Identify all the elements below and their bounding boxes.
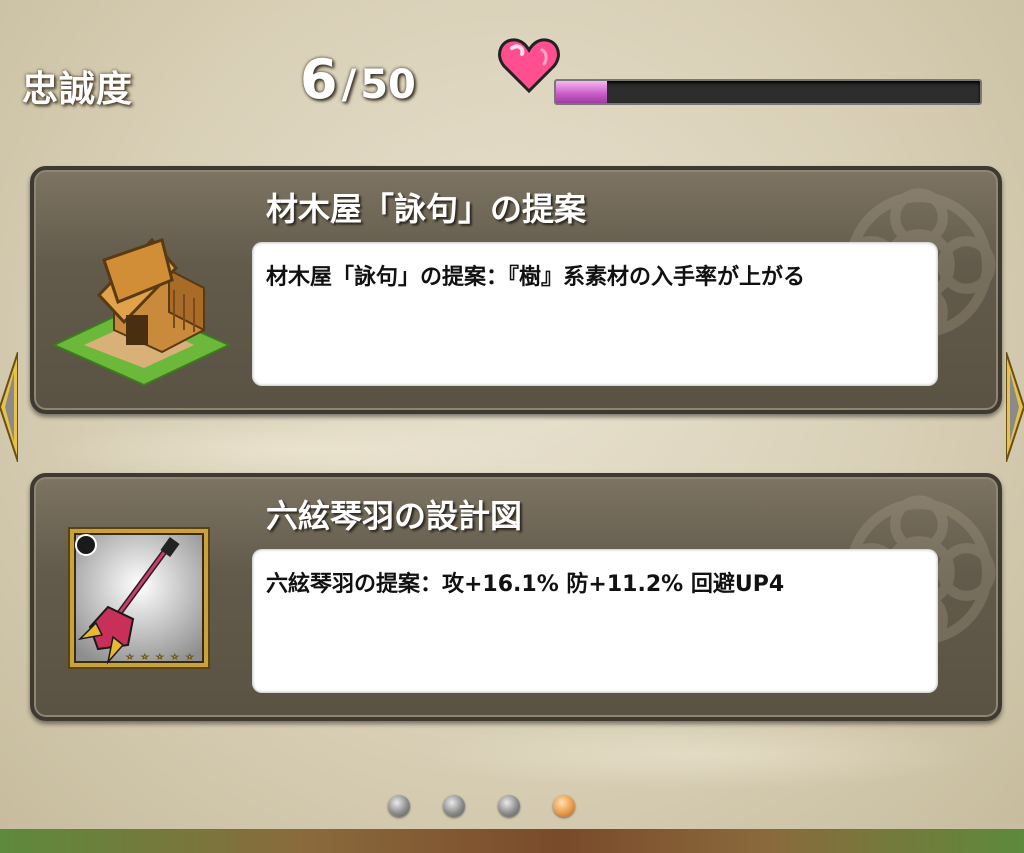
card-description: 六絃琴羽の提案：攻+16.1% 防+11.2% 回避UP4 [266, 572, 785, 597]
guitar-weapon-icon [68, 527, 210, 669]
proposal-card[interactable]: 六絃琴羽の設計図 六絃琴羽の提案：攻+16.1% 防+11.2% 回避UP4 [30, 473, 1002, 721]
page-indicator [388, 795, 575, 817]
card-title: 材木屋「詠句」の提案 [266, 190, 587, 228]
page-dot[interactable] [553, 795, 575, 817]
background-streak [40, 420, 560, 480]
page-dot[interactable] [498, 795, 520, 817]
loyalty-progress-bar [554, 79, 982, 105]
heart-icon [498, 38, 560, 94]
loyalty-max: 50 [360, 62, 416, 108]
card-description-box: 材木屋「詠句」の提案：『樹』系素材の入手率が上がる [252, 242, 938, 386]
page-dot[interactable] [388, 795, 410, 817]
loyalty-separator: / [341, 62, 357, 108]
background-streak [420, 720, 980, 790]
ground-strip [0, 829, 1024, 853]
lumber-house-icon [51, 237, 232, 387]
card-title: 六絃琴羽の設計図 [266, 497, 523, 535]
loyalty-progress-fill [556, 81, 607, 103]
next-page-arrow-icon[interactable] [1006, 352, 1024, 462]
loyalty-count: 6/50 [300, 48, 416, 111]
card-description-box: 六絃琴羽の提案：攻+16.1% 防+11.2% 回避UP4 [252, 549, 938, 693]
loyalty-current: 6 [300, 48, 338, 111]
page-dot[interactable] [443, 795, 465, 817]
card-description: 材木屋「詠句」の提案：『樹』系素材の入手率が上がる [266, 265, 806, 290]
prev-page-arrow-icon[interactable] [0, 352, 18, 462]
proposal-card[interactable]: 材木屋「詠句」の提案 材木屋「詠句」の提案：『樹』系素材の入手率が上がる [30, 166, 1002, 414]
loyalty-label: 忠誠度 [22, 69, 134, 110]
